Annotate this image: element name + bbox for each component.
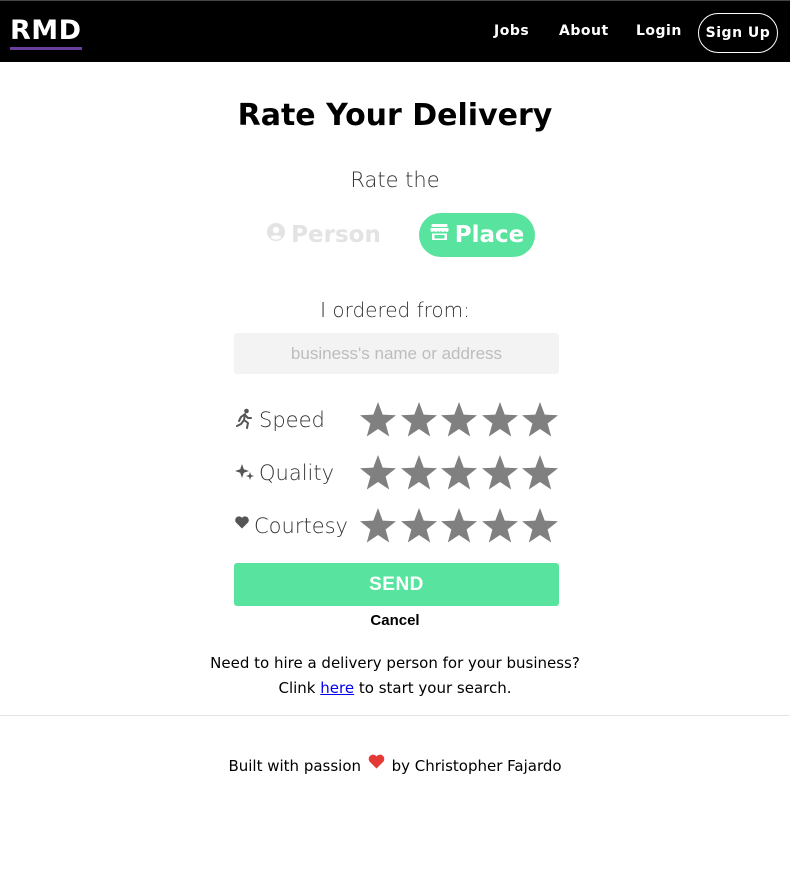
page-title: Rate Your Delivery (237, 98, 553, 133)
rating-label-quality: Quality (259, 461, 335, 485)
cancel-row: Cancel (0, 612, 790, 630)
cancel-link[interactable]: Cancel (370, 612, 419, 629)
hire-text: Need to hire a delivery person for your … (0, 651, 790, 701)
hire-line-1: Need to hire a delivery person for your … (210, 654, 580, 672)
send-button[interactable]: SEND (234, 563, 559, 606)
hire-link[interactable]: here (320, 679, 354, 697)
star-4[interactable] (480, 453, 520, 493)
navbar: RMD Jobs About Login Sign Up (0, 0, 790, 62)
star-1[interactable] (358, 453, 398, 493)
star-3[interactable] (439, 400, 479, 440)
toggle-person-button[interactable]: Person (262, 214, 386, 256)
footer-suffix: by Christopher Fajardo (391, 757, 562, 775)
rating-label-speed: Speed (259, 408, 325, 432)
star-2[interactable] (399, 400, 439, 440)
star-5[interactable] (520, 400, 560, 440)
divider (0, 715, 790, 716)
star-3[interactable] (439, 453, 479, 493)
rating-row-speed: Speed (232, 400, 562, 440)
heart-icon (368, 752, 385, 776)
rate-the-label: Rate the (350, 168, 440, 192)
star-2[interactable] (399, 506, 439, 546)
nav-link-jobs[interactable]: Jobs (494, 21, 529, 41)
hire-line-2: Clink here to start your search. (0, 676, 790, 701)
footer: Built with passion by Christopher Fajard… (0, 754, 790, 779)
sparkles-icon (234, 461, 256, 487)
ordered-from-label: I ordered from: (320, 298, 470, 322)
rating-label-courtesy: Courtesy (254, 514, 348, 538)
star-1[interactable] (358, 400, 398, 440)
rating-row-quality: Quality (232, 453, 562, 493)
signup-button[interactable]: Sign Up (698, 13, 778, 53)
star-5[interactable] (520, 453, 560, 493)
heart-icon (234, 514, 250, 534)
toggle-person-label: Person (291, 222, 381, 248)
star-5[interactable] (520, 506, 560, 546)
hire-prefix: Clink (278, 679, 316, 697)
nav-link-about[interactable]: About (559, 21, 609, 41)
logo[interactable]: RMD (10, 15, 82, 50)
star-2[interactable] (399, 453, 439, 493)
star-3[interactable] (439, 506, 479, 546)
hire-suffix: to start your search. (358, 679, 512, 697)
star-1[interactable] (358, 506, 398, 546)
toggle-place-button[interactable]: Place (419, 213, 535, 257)
star-4[interactable] (480, 400, 520, 440)
running-person-icon (234, 408, 254, 434)
user-circle-icon (267, 213, 286, 255)
rating-row-courtesy: Courtesy (232, 506, 562, 546)
footer-prefix: Built with passion (228, 757, 362, 775)
toggle-place-label: Place (454, 222, 525, 248)
star-4[interactable] (480, 506, 520, 546)
nav-link-login[interactable]: Login (636, 21, 682, 41)
store-icon (430, 212, 449, 256)
business-search-input[interactable] (234, 333, 559, 374)
